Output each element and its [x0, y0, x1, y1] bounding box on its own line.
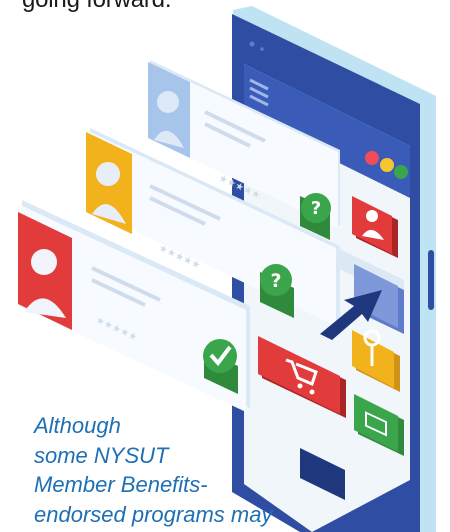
- caption-line: some NYSUT: [34, 442, 169, 468]
- caption-line: Member Benefits-: [34, 472, 208, 497]
- caption-line: endorsed programs may: [34, 501, 273, 527]
- svg-text:?: ?: [311, 198, 321, 219]
- svg-text:?: ?: [270, 270, 281, 292]
- caption-line: Although: [34, 413, 121, 438]
- camera-icon: [249, 41, 255, 47]
- caption-text: Although some NYSUT Member Benefits- end…: [34, 411, 272, 529]
